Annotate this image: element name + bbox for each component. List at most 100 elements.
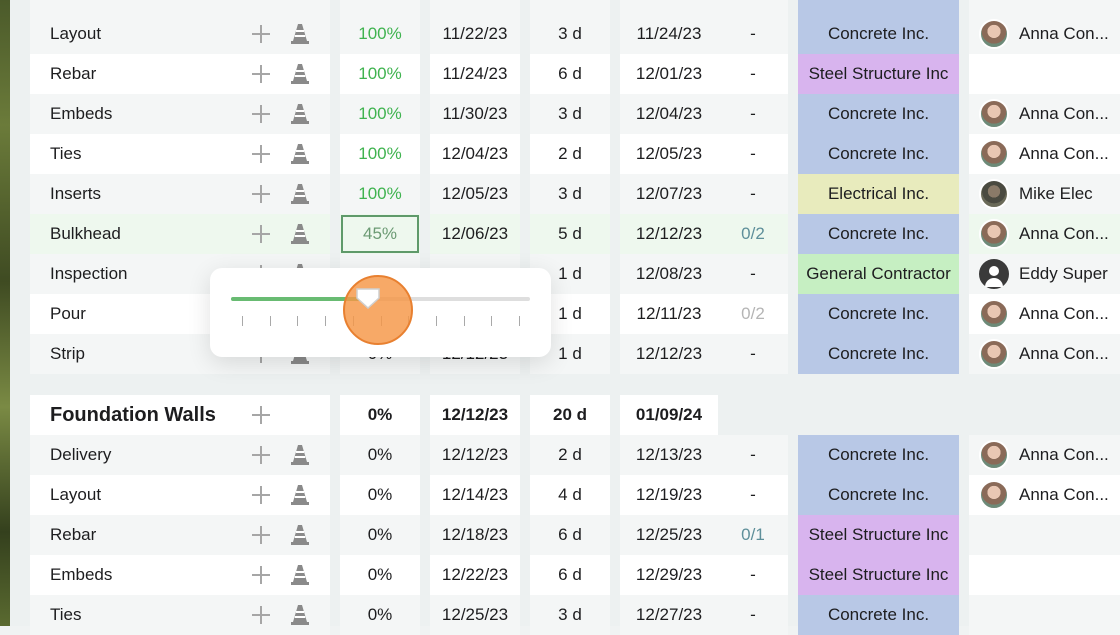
traffic-cone-icon[interactable] [290,444,310,466]
plus-icon[interactable] [250,23,272,45]
start-date[interactable]: 12/25/23 [430,595,520,635]
start-date[interactable]: 12/05/23 [430,174,520,214]
end-date[interactable]: 12/04/23 [620,94,718,134]
company-tag[interactable]: Concrete Inc. [798,475,959,515]
assignee[interactable] [969,515,1120,555]
duration[interactable]: 2 d [530,134,610,174]
end-date[interactable]: 11/24/23 [620,14,718,54]
plus-icon[interactable] [250,524,272,546]
company-tag[interactable]: Concrete Inc. [798,294,959,334]
plus-icon[interactable] [250,183,272,205]
dependencies[interactable]: - [718,14,788,54]
dependencies[interactable]: 0/1 [718,515,788,555]
company-tag[interactable]: Steel Structure Inc [798,515,959,555]
company-tag[interactable]: Concrete Inc. [798,14,959,54]
plus-icon[interactable] [250,604,272,626]
dependencies[interactable]: 0/2 [718,294,788,334]
assignee[interactable] [969,555,1120,595]
traffic-cone-icon[interactable] [290,143,310,165]
percent-complete[interactable]: 100% [340,54,420,94]
end-date[interactable]: 12/08/23 [620,254,718,294]
duration[interactable]: 3 d [530,14,610,54]
table-row[interactable]: Inspection 1 d 12/08/23- General Contractor… [10,254,1120,294]
company-tag[interactable]: Concrete Inc. [798,595,959,635]
task-name[interactable]: Rebar [30,515,330,555]
table-row[interactable]: Ties 100% 12/04/23 2 d 12/05/23- Concrete Inc… [10,134,1120,174]
start-date[interactable]: 12/22/23 [430,555,520,595]
duration[interactable]: 6 d [530,54,610,94]
task-name[interactable]: Ties [30,595,330,635]
task-name[interactable]: Embeds [30,94,330,134]
company-tag[interactable]: Steel Structure Inc [798,555,959,595]
duration[interactable]: 20 d [530,395,610,435]
start-date[interactable]: 11/24/23 [430,54,520,94]
traffic-cone-icon[interactable] [290,103,310,125]
start-date[interactable]: 12/04/23 [430,134,520,174]
task-name[interactable]: Rebar [30,54,330,94]
traffic-cone-icon[interactable] [290,524,310,546]
dependencies[interactable]: - [718,435,788,475]
dependencies[interactable]: - [718,94,788,134]
assignee[interactable]: Anna Con... [969,294,1120,334]
traffic-cone-icon[interactable] [290,183,310,205]
percent-complete[interactable]: 45% [340,214,420,254]
end-date[interactable]: 12/01/23 [620,54,718,94]
task-name[interactable]: Embeds [30,555,330,595]
end-date[interactable]: 12/13/23 [620,435,718,475]
table-row[interactable]: Pour 1 d 12/11/23 0/2 Concrete Inc. Anna Con.… [10,294,1120,334]
task-name[interactable]: Delivery [30,435,330,475]
table-row[interactable]: Ties 0% 12/25/23 3 d 12/27/23- Concrete Inc. [10,595,1120,635]
percent-complete[interactable]: 0% [340,475,420,515]
duration[interactable]: 5 d [530,214,610,254]
end-date[interactable]: 12/12/23 [620,214,718,254]
end-date[interactable]: 12/19/23 [620,475,718,515]
table-row[interactable]: Delivery 0% 12/12/23 2 d 12/13/23- Concrete I… [10,435,1120,475]
assignee[interactable]: Mike Elec [969,174,1120,214]
plus-icon[interactable] [250,103,272,125]
dependencies[interactable]: - [718,475,788,515]
traffic-cone-icon[interactable] [290,484,310,506]
dependencies[interactable]: - [718,174,788,214]
duration[interactable]: 6 d [530,555,610,595]
percent-complete[interactable]: 0% [340,555,420,595]
duration[interactable]: 3 d [530,595,610,635]
group-name[interactable]: Foundation Walls [30,395,330,435]
company-tag[interactable]: Concrete Inc. [798,94,959,134]
traffic-cone-icon[interactable] [290,63,310,85]
assignee[interactable]: Anna Con... [969,214,1120,254]
start-date[interactable]: 12/06/23 [430,214,520,254]
percent-complete[interactable]: 0% [340,515,420,555]
start-date[interactable]: 12/18/23 [430,515,520,555]
dependencies[interactable]: - [718,334,788,374]
dependencies[interactable]: - [718,555,788,595]
end-date[interactable]: 12/27/23 [620,595,718,635]
plus-icon[interactable] [250,143,272,165]
plus-icon[interactable] [250,484,272,506]
company-tag[interactable]: Concrete Inc. [798,334,959,374]
table-row[interactable]: Strip0%12/12/231 d12/12/23-Concrete Inc.… [10,334,1120,374]
company-tag[interactable]: Steel Structure Inc [798,54,959,94]
table-row[interactable]: Layout 0% 12/14/23 4 d 12/19/23- Concrete Inc… [10,475,1120,515]
percent-complete[interactable]: 100% [340,174,420,214]
task-name[interactable]: Inserts [30,174,330,214]
end-date[interactable]: 12/11/23 [620,294,718,334]
end-date[interactable]: 12/05/23 [620,134,718,174]
table-row[interactable]: Embeds 0% 12/22/23 6 d 12/29/23- Steel Struct… [10,555,1120,595]
duration[interactable]: 3 d [530,174,610,214]
assignee[interactable]: Anna Con... [969,334,1120,374]
start-date[interactable]: 12/12/23 [430,435,520,475]
end-date[interactable]: 12/29/23 [620,555,718,595]
task-name[interactable]: Layout [30,475,330,515]
task-name[interactable]: Bulkhead [30,214,330,254]
percent-complete[interactable]: 0% [340,435,420,475]
percent-complete[interactable]: 100% [340,134,420,174]
plus-icon[interactable] [250,63,272,85]
assignee[interactable]: Anna Con... [969,475,1120,515]
percent-complete-editor[interactable]: 45% [341,215,419,253]
company-tag[interactable]: Concrete Inc. [798,134,959,174]
percent-complete[interactable]: 0% [340,595,420,635]
assignee[interactable] [969,54,1120,94]
traffic-cone-icon[interactable] [290,223,310,245]
start-date[interactable]: 11/22/23 [430,14,520,54]
company-tag[interactable]: Concrete Inc. [798,435,959,475]
